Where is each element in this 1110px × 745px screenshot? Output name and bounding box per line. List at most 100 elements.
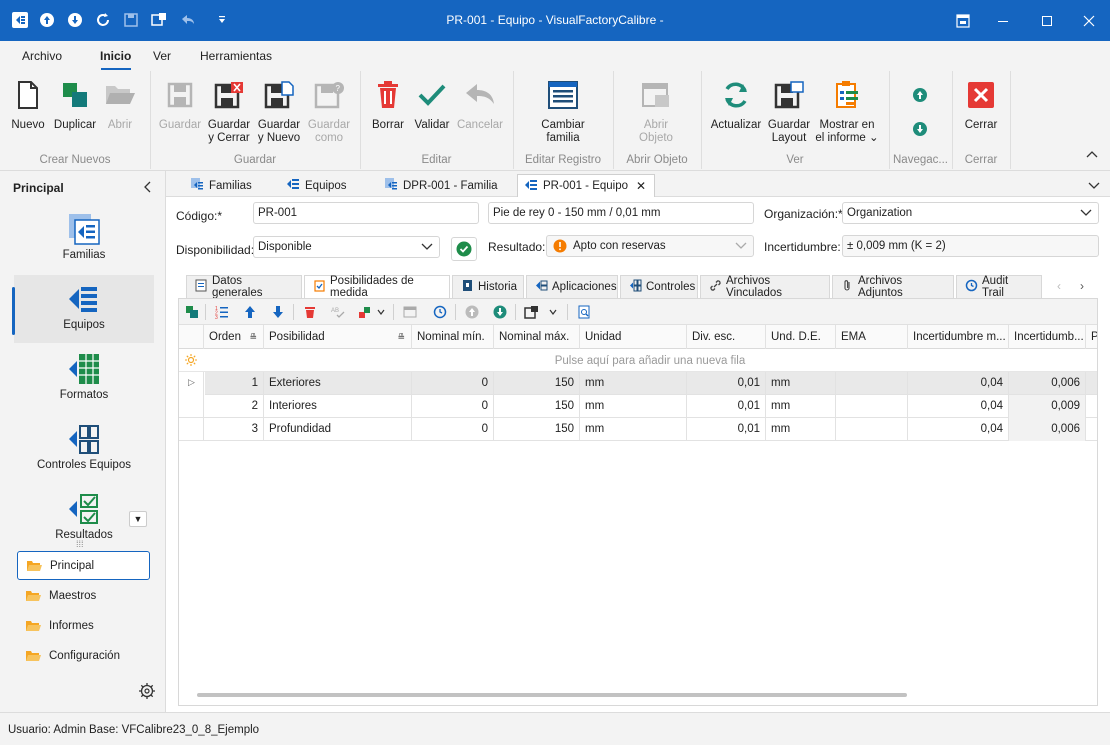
delete-row-icon[interactable]: [301, 303, 319, 321]
spellcheck-icon[interactable]: AB: [329, 303, 347, 321]
close-tab-icon[interactable]: ✕: [636, 179, 646, 193]
menu-inicio[interactable]: Inicio: [100, 49, 131, 63]
organizacion-select[interactable]: Organization: [842, 202, 1099, 224]
nav-group-maestros[interactable]: Maestros: [17, 581, 150, 610]
doctab-equipos[interactable]: Equipos: [280, 174, 374, 197]
grid-toolbar: 123 AB: [179, 299, 1097, 325]
abrir-objeto-button[interactable]: Abrir Objeto: [630, 77, 682, 145]
layout-options-dropdown[interactable]: [523, 303, 559, 321]
incertidumbre-input[interactable]: ± 0,009 mm (K = 2): [842, 235, 1099, 257]
first-record-icon[interactable]: [463, 303, 481, 321]
nav-module-controles-equipos[interactable]: Controles Equipos: [14, 415, 154, 483]
new-row-sun-icon: [184, 353, 198, 370]
column-header-incertidumbre[interactable]: Incertidumb...: [1008, 325, 1085, 349]
table-row[interactable]: 3 Profundidad 0 150 mm 0,01 mm 0,04 0,00…: [179, 418, 1097, 441]
column-header-div-esc[interactable]: Div. esc.: [686, 325, 765, 349]
close-window-button[interactable]: [1076, 8, 1102, 34]
borrar-button[interactable]: Borrar: [368, 77, 408, 132]
nav-group-configuracion[interactable]: Configuración: [17, 641, 150, 670]
tab-audit-trail[interactable]: Audit Trail: [956, 275, 1042, 299]
column-header-incertidumbre-m[interactable]: Incertidumbre m...: [907, 325, 1008, 349]
resultado-select[interactable]: Apto con reservas: [546, 235, 754, 257]
tab-posibilidades-medida[interactable]: Posibilidades de medida: [304, 275, 450, 299]
tab-datos-generales[interactable]: Datos generales: [186, 275, 302, 299]
column-header-pe[interactable]: Pe: [1085, 325, 1097, 349]
new-row[interactable]: Pulse aquí para añadir una nueva fila: [179, 349, 1097, 372]
menu-ver[interactable]: Ver: [153, 49, 171, 63]
guardar-button[interactable]: Guardar: [158, 77, 202, 132]
tab-controles[interactable]: Controles: [620, 275, 698, 298]
nuevo-button[interactable]: Nuevo: [8, 77, 48, 132]
guardar-como-button[interactable]: ? Guardar como: [306, 77, 352, 145]
doctab-familias[interactable]: Familias: [184, 174, 278, 197]
guardar-layout-button[interactable]: Guardar Layout: [766, 77, 812, 145]
tabs-scroll-right-icon[interactable]: ›: [1080, 279, 1084, 293]
disponibilidad-status-button[interactable]: [451, 237, 477, 261]
collapse-nav-icon[interactable]: [142, 181, 152, 196]
menu-archivo[interactable]: Archivo: [22, 49, 62, 63]
toolbar-separator: [567, 304, 568, 320]
guardar-nuevo-button[interactable]: Guardar y Nuevo: [256, 77, 302, 145]
nav-module-familias[interactable]: Familias: [14, 205, 154, 273]
validar-button[interactable]: Validar: [412, 77, 452, 132]
tab-archivos-vinculados[interactable]: Archivos Vinculados: [700, 275, 830, 299]
collapse-ribbon-icon[interactable]: [1086, 147, 1098, 161]
column-header-unidad[interactable]: Unidad: [579, 325, 686, 349]
history-icon[interactable]: [431, 303, 449, 321]
fill-tool-dropdown[interactable]: [357, 303, 387, 321]
applications-icon: [535, 279, 548, 295]
move-down-icon[interactable]: [269, 303, 287, 321]
window-icon[interactable]: [401, 303, 419, 321]
tabs-overflow-chevron-icon[interactable]: [1088, 179, 1100, 193]
splitter-grip-icon[interactable]: ⁞⁞⁞: [76, 539, 84, 549]
move-up-icon[interactable]: [241, 303, 259, 321]
tab-archivos-adjuntos[interactable]: Archivos Adjuntos: [832, 275, 954, 299]
doctab-dpr-familia[interactable]: DPR-001 - Familia: [378, 174, 516, 197]
numbered-list-icon[interactable]: 123: [213, 303, 231, 321]
print-preview-icon[interactable]: [575, 303, 593, 321]
codigo-input[interactable]: PR-001: [253, 202, 479, 224]
column-header-orden[interactable]: Orden ≞: [203, 325, 263, 349]
column-header-posibilidad[interactable]: Posibilidad ≞: [263, 325, 411, 349]
more-modules-dropdown[interactable]: ▼: [129, 511, 147, 527]
window-layout-icon[interactable]: [950, 8, 976, 34]
disponibilidad-select[interactable]: Disponible: [253, 236, 440, 258]
actualizar-button[interactable]: Actualizar: [708, 77, 764, 132]
minimize-button[interactable]: [990, 8, 1016, 34]
column-header-und-de[interactable]: Und. D.E.: [765, 325, 835, 349]
mostrar-informe-button[interactable]: Mostrar en el informe ⌄: [814, 77, 880, 145]
settings-gear-icon[interactable]: [138, 682, 156, 703]
nav-group-principal[interactable]: Principal: [17, 551, 150, 580]
group-label-abrir-objeto: Abrir Objeto: [626, 154, 688, 166]
tab-historia[interactable]: Historia: [452, 275, 524, 298]
navigate-up-icon[interactable]: [912, 87, 930, 105]
history-book-icon: [461, 279, 474, 295]
open-folder-icon: [102, 77, 138, 113]
duplicar-button[interactable]: Duplicar: [52, 77, 98, 132]
save-layout-icon: [766, 77, 812, 113]
descripcion-input[interactable]: Pie de rey 0 - 150 mm / 0,01 mm: [488, 202, 754, 224]
cambiar-familia-button[interactable]: Cambiar familia: [530, 77, 596, 145]
nav-module-formatos[interactable]: Formatos: [14, 345, 154, 413]
menu-herramientas[interactable]: Herramientas: [200, 49, 272, 63]
horizontal-scrollbar[interactable]: [197, 693, 907, 697]
nav-module-equipos[interactable]: Equipos: [12, 275, 154, 343]
table-row[interactable]: 2 Interiores 0 150 mm 0,01 mm 0,04 0,009: [179, 395, 1097, 418]
cancelar-button[interactable]: Cancelar: [456, 77, 504, 132]
column-header-nominal-min[interactable]: Nominal mín.: [411, 325, 493, 349]
column-header-ema[interactable]: EMA: [835, 325, 907, 349]
duplicate-row-icon[interactable]: [183, 303, 201, 321]
guardar-cerrar-button[interactable]: Guardar y Cerrar: [206, 77, 252, 145]
nav-group-informes[interactable]: Informes: [17, 611, 150, 640]
table-row[interactable]: ▷ 1 Exteriores 0 150 mm 0,01 mm 0,04 0,0…: [179, 372, 1097, 395]
next-record-icon[interactable]: [491, 303, 509, 321]
column-header-nominal-max[interactable]: Nominal máx.: [493, 325, 579, 349]
abrir-button[interactable]: Abrir: [102, 77, 138, 132]
tabs-scroll-left-icon[interactable]: ‹: [1057, 279, 1061, 293]
tab-aplicaciones[interactable]: Aplicaciones: [526, 275, 618, 298]
save-as-icon: ?: [306, 77, 352, 113]
maximize-button[interactable]: [1034, 8, 1060, 34]
cerrar-button[interactable]: Cerrar: [960, 77, 1002, 132]
navigate-down-icon[interactable]: [912, 121, 930, 139]
doctab-pr-equipo[interactable]: PR-001 - Equipo ✕: [517, 174, 655, 197]
